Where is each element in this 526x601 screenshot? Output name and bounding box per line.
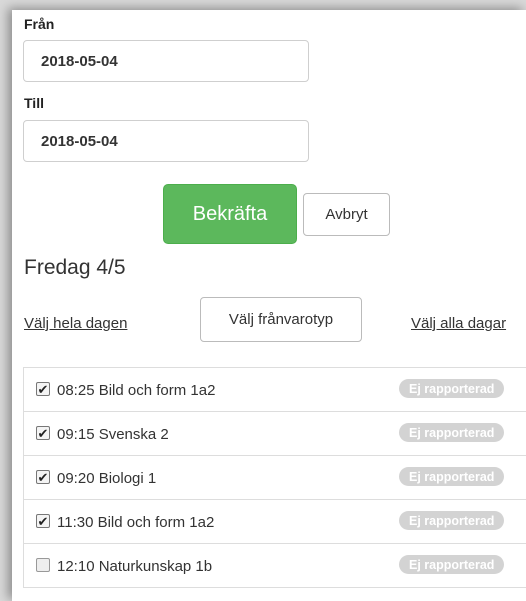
- status-badge: Ej rapporterad: [399, 423, 505, 442]
- lesson-label: 12:10 Naturkunskap 1b: [57, 558, 213, 575]
- lesson-label: 11:30 Bild och form 1a2: [57, 514, 215, 531]
- lesson-label: 09:20 Biologi 1: [57, 470, 157, 487]
- lesson-checkbox[interactable]: ✔: [36, 470, 50, 484]
- lesson-row[interactable]: ✔ 11:30 Bild och form 1a2 Ej rapporterad: [23, 500, 526, 544]
- confirm-button[interactable]: Bekräfta: [163, 184, 297, 244]
- from-date-input[interactable]: [23, 40, 309, 82]
- lesson-checkbox[interactable]: [36, 558, 50, 572]
- status-badge: Ej rapporterad: [399, 467, 505, 486]
- lesson-checkbox[interactable]: ✔: [36, 382, 50, 396]
- to-date-input[interactable]: [23, 120, 309, 162]
- from-label: Från: [24, 16, 55, 32]
- day-heading: Fredag 4/5: [24, 256, 126, 279]
- lesson-label: 09:15 Svenska 2: [57, 426, 169, 443]
- select-whole-day-link[interactable]: Välj hela dagen: [24, 315, 127, 332]
- absence-panel: Från Till Bekräfta Avbryt Fredag 4/5 Väl…: [12, 10, 526, 601]
- lesson-row[interactable]: ✔ 08:25 Bild och form 1a2 Ej rapporterad: [23, 368, 526, 412]
- lesson-row[interactable]: ✔ 09:15 Svenska 2 Ej rapporterad: [23, 412, 526, 456]
- lesson-list: ✔ 08:25 Bild och form 1a2 Ej rapporterad…: [23, 367, 526, 588]
- cancel-button[interactable]: Avbryt: [303, 193, 390, 236]
- lesson-checkbox[interactable]: ✔: [36, 514, 50, 528]
- lesson-checkbox[interactable]: ✔: [36, 426, 50, 440]
- lesson-row[interactable]: 12:10 Naturkunskap 1b Ej rapporterad: [23, 544, 526, 588]
- lesson-row[interactable]: ✔ 09:20 Biologi 1 Ej rapporterad: [23, 456, 526, 500]
- select-all-days-link[interactable]: Välj alla dagar: [411, 315, 506, 332]
- lesson-label: 08:25 Bild och form 1a2: [57, 382, 216, 399]
- select-absence-type-button[interactable]: Välj frånvarotyp: [200, 297, 362, 342]
- status-badge: Ej rapporterad: [399, 555, 505, 574]
- status-badge: Ej rapporterad: [399, 511, 505, 530]
- status-badge: Ej rapporterad: [399, 379, 505, 398]
- to-label: Till: [24, 95, 44, 111]
